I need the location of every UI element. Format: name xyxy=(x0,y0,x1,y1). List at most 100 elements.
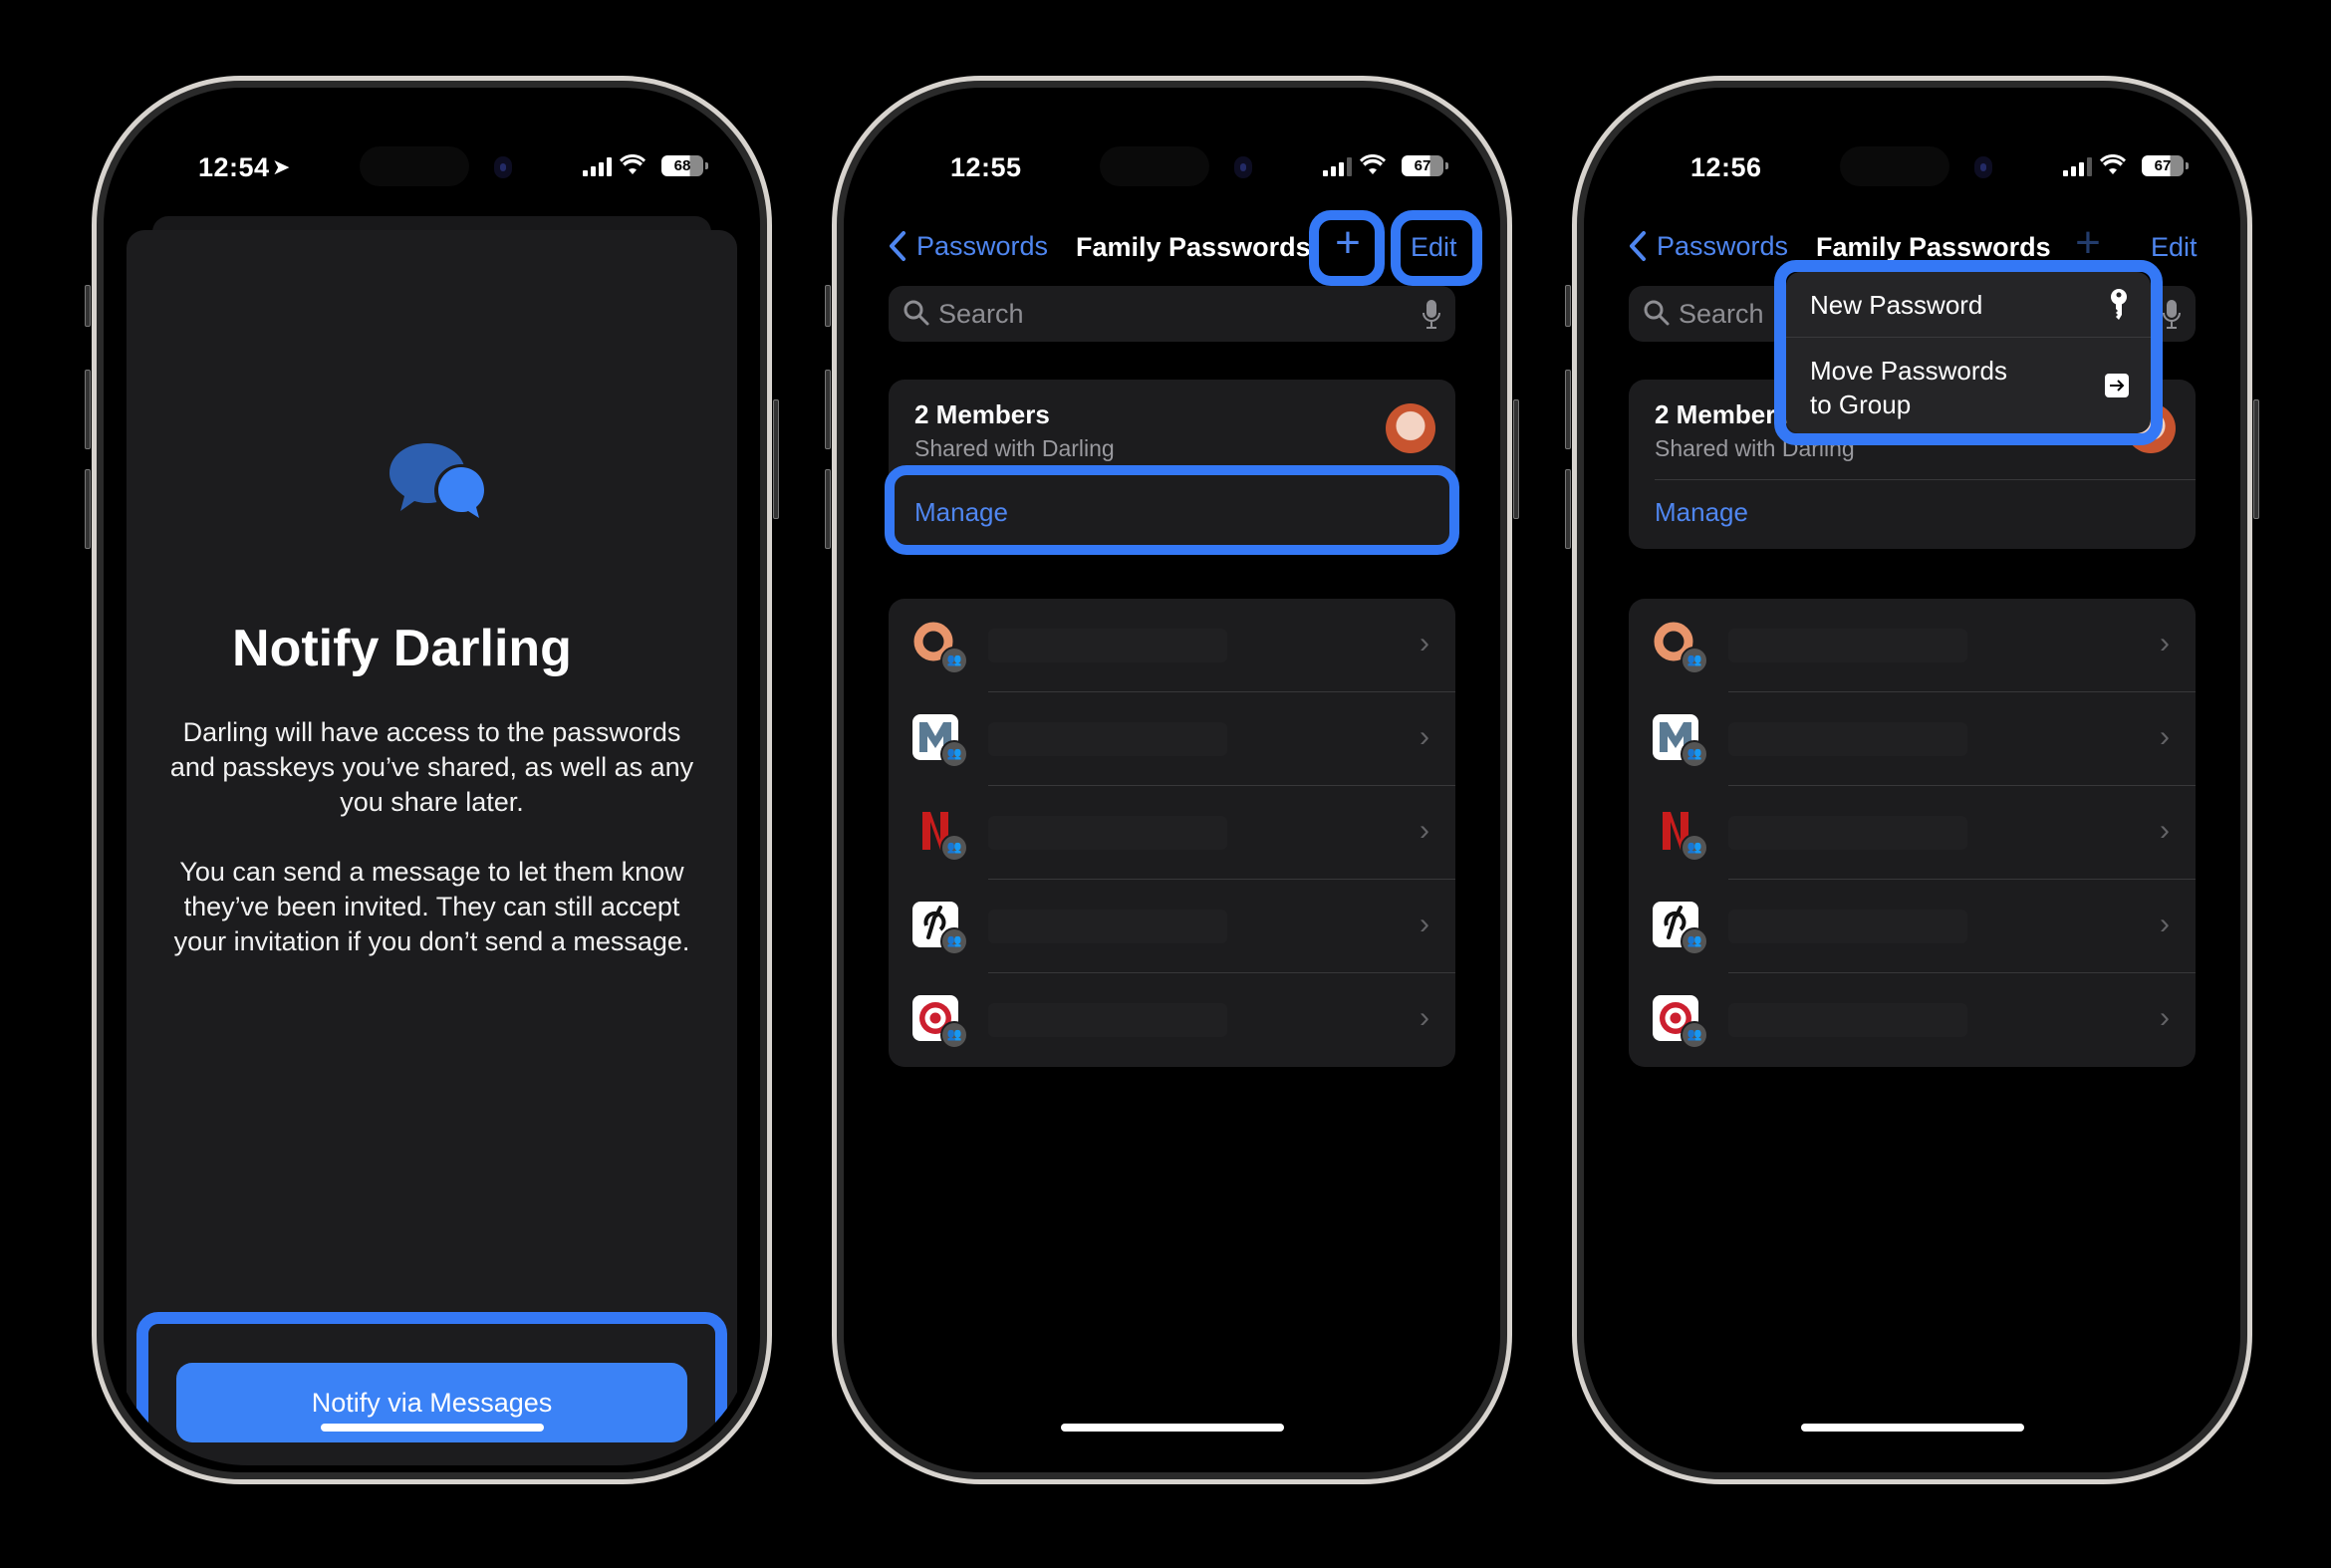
chevron-left-icon xyxy=(890,231,906,261)
phone-family-passwords: 12:55 67 Passwords Family Passwords + Ed… xyxy=(825,76,1519,1484)
menu-item-move-to-group[interactable]: Move Passwords to Group xyxy=(1786,338,2151,433)
chevron-right-icon: › xyxy=(2160,814,2170,847)
camera-indicator xyxy=(1974,156,1992,178)
menu-item-new-password[interactable]: New Password xyxy=(1786,272,2151,338)
battery-indicator: 67 xyxy=(1402,155,1448,176)
search-placeholder: Search xyxy=(1679,299,1764,329)
password-row[interactable]: 👥 › xyxy=(1629,880,2196,973)
cellular-signal-icon xyxy=(2063,156,2092,176)
volume-up-button xyxy=(825,370,831,449)
status-time: 12:55 xyxy=(950,152,1022,182)
manage-button[interactable]: Manage xyxy=(1655,497,1748,528)
chevron-right-icon: › xyxy=(2160,720,2170,753)
redacted-account-name xyxy=(1728,816,1967,850)
members-subtitle: Shared with Darling xyxy=(914,435,1115,461)
password-row[interactable]: 👥 › xyxy=(1629,973,2196,1067)
action-button xyxy=(85,285,91,327)
microphone-icon[interactable] xyxy=(1422,298,1441,330)
password-row[interactable]: 👥 › xyxy=(889,880,1455,973)
back-button[interactable]: Passwords xyxy=(889,230,1048,262)
back-button[interactable]: Passwords xyxy=(1629,230,1788,262)
key-icon xyxy=(2111,289,2127,320)
battery-indicator: 67 xyxy=(2142,155,2189,176)
menu-item-label: Move Passwords to Group xyxy=(1810,356,2007,419)
battery-indicator: 68 xyxy=(661,155,708,176)
power-button xyxy=(1513,399,1519,519)
redacted-account-name xyxy=(1728,629,1967,662)
phone-add-menu: 12:56 67 Passwords Family Passwords + Ed… xyxy=(1565,76,2259,1484)
add-button[interactable]: + xyxy=(2071,221,2105,265)
divider xyxy=(1655,479,2196,480)
status-bar: 12:55 67 xyxy=(851,146,1493,192)
redacted-account-name xyxy=(988,910,1227,943)
back-label: Passwords xyxy=(916,230,1049,261)
home-indicator xyxy=(1060,1424,1284,1432)
page-title: Family Passwords xyxy=(1816,232,2051,262)
password-row[interactable]: 👥 › xyxy=(889,786,1455,880)
power-button xyxy=(2253,399,2259,519)
status-bar: 12:56 67 xyxy=(1591,146,2233,192)
edit-button[interactable]: Edit xyxy=(1411,232,1457,263)
shared-group-icon: 👥 xyxy=(940,834,968,862)
shared-group-icon: 👥 xyxy=(1681,834,1708,862)
members-card: 2 Members Shared with Darling Manage xyxy=(885,380,1459,555)
action-button xyxy=(1565,285,1571,327)
chevron-left-icon xyxy=(1630,231,1646,261)
camera-indicator xyxy=(1234,156,1252,178)
chevron-right-icon: › xyxy=(2160,627,2170,659)
password-row[interactable]: 👥 › xyxy=(1629,599,2196,692)
status-time: 12:54 xyxy=(198,152,270,182)
password-row[interactable]: 👥 › xyxy=(889,599,1455,692)
chevron-right-icon: › xyxy=(1420,908,1429,940)
shared-group-icon: 👥 xyxy=(1681,647,1708,674)
password-row[interactable]: 👥 › xyxy=(1629,786,2196,880)
status-time: 12:56 xyxy=(1690,152,1762,182)
shared-group-icon: 👥 xyxy=(940,647,968,674)
shared-group-icon: 👥 xyxy=(940,927,968,955)
search-field[interactable]: Search xyxy=(889,286,1455,342)
microphone-icon[interactable] xyxy=(2162,298,2182,330)
chevron-right-icon: › xyxy=(1420,1001,1429,1034)
camera-indicator xyxy=(494,156,512,178)
menu-item-label: New Password xyxy=(1810,290,1983,320)
action-button xyxy=(825,285,831,327)
wifi-icon xyxy=(620,154,646,174)
redacted-account-name xyxy=(1728,910,1967,943)
password-row[interactable]: 👥 › xyxy=(1629,692,2196,786)
search-icon xyxy=(904,300,929,326)
screen: 12:54 ➤ 68 Notify Darling Darling will h… xyxy=(111,95,753,1465)
home-indicator xyxy=(1800,1424,2024,1432)
members-count: 2 Members xyxy=(1655,399,1790,429)
dynamic-island xyxy=(1840,146,1949,186)
password-row[interactable]: 👥 › xyxy=(889,973,1455,1067)
back-label: Passwords xyxy=(1657,230,1789,261)
search-placeholder: Search xyxy=(938,299,1024,329)
not-now-button[interactable]: Not Now xyxy=(127,1445,737,1465)
add-menu: New Password Move Passwords to Group xyxy=(1786,272,2151,433)
redacted-account-name xyxy=(988,722,1227,756)
manage-button[interactable]: Manage xyxy=(914,497,1008,528)
edit-button[interactable]: Edit xyxy=(2151,232,2198,263)
cellular-signal-icon xyxy=(1323,156,1352,176)
add-button[interactable]: + xyxy=(1331,221,1365,265)
dynamic-island xyxy=(360,146,469,186)
shared-group-icon: 👥 xyxy=(1681,740,1708,768)
redacted-account-name xyxy=(1728,722,1967,756)
chevron-right-icon: › xyxy=(2160,908,2170,940)
phone-notify: 12:54 ➤ 68 Notify Darling Darling will h… xyxy=(85,76,779,1484)
members-count: 2 Members xyxy=(914,399,1050,429)
password-row[interactable]: 👥 › xyxy=(889,692,1455,786)
sheet-description: Darling will have access to the password… xyxy=(169,717,694,817)
move-to-group-icon xyxy=(2105,374,2129,397)
redacted-account-name xyxy=(988,816,1227,850)
dynamic-island xyxy=(1100,146,1209,186)
volume-down-button xyxy=(85,469,91,549)
chevron-right-icon: › xyxy=(1420,720,1429,753)
power-button xyxy=(773,399,779,519)
volume-up-button xyxy=(1565,370,1571,449)
nav-bar: Passwords Family Passwords + Edit xyxy=(851,210,1493,286)
volume-up-button xyxy=(85,370,91,449)
chevron-right-icon: › xyxy=(1420,814,1429,847)
home-indicator xyxy=(320,1424,544,1432)
volume-down-button xyxy=(825,469,831,549)
